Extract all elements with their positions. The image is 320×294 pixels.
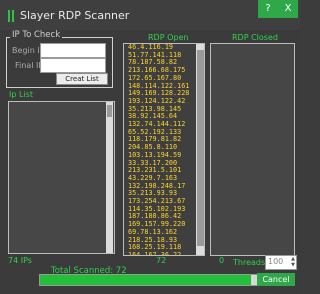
rdp-closed-count: 0 — [219, 256, 225, 265]
window-title: Slayer RDP Scanner — [20, 9, 130, 22]
spin-down-icon[interactable]: ▼ — [290, 262, 296, 268]
rdp-open-title: RDP Open — [148, 33, 189, 42]
rdp-open-list[interactable]: 46.4.116.19 51.77.141.118 78.187.58.82 213.… — [123, 43, 205, 256]
rdp-closed-list[interactable] — [210, 43, 295, 256]
rdp-open-scroll-thumb[interactable] — [197, 50, 204, 246]
threads-label: Threads: — [233, 258, 268, 267]
scan-progress-fill — [40, 275, 252, 285]
help-button[interactable]: ? — [258, 0, 278, 18]
rdp-open-count: 72 — [156, 256, 167, 265]
ip-list-box[interactable] — [8, 101, 115, 254]
threads-spinbox[interactable]: 100 ▲ ▼ — [265, 255, 297, 270]
scan-progress-bar — [39, 274, 259, 286]
title-bar[interactable]: Slayer RDP Scanner ? X — [0, 0, 300, 30]
ip-list-count: 74 IPs — [8, 256, 32, 265]
ip-list-scrollbar[interactable] — [106, 102, 113, 253]
threads-value: 100 — [268, 257, 284, 266]
ip-group-title: IP To Check — [10, 30, 63, 40]
ip-list-scroll-thumb[interactable] — [107, 105, 112, 117]
rdp-open-scrollbar[interactable] — [196, 44, 204, 255]
begin-ip-input[interactable] — [40, 43, 106, 58]
create-list-button[interactable]: Creat List — [56, 73, 108, 85]
rdp-open-items: 46.4.116.19 51.77.141.118 78.187.58.82 213.… — [124, 44, 204, 255]
threads-spin-buttons[interactable]: ▲ ▼ — [290, 256, 296, 269]
rdp-closed-title: RDP Closed — [232, 33, 278, 42]
final-ip-label: Final IP — [15, 61, 44, 70]
ip-list-title: Ip List — [9, 90, 33, 99]
final-ip-input[interactable] — [40, 58, 106, 73]
app-logo-icon — [8, 10, 15, 22]
cancel-button[interactable]: Cancel — [257, 273, 295, 286]
close-button[interactable]: X — [278, 0, 298, 18]
main-window: Slayer RDP Scanner ? X IP To Check Begin… — [0, 0, 300, 294]
